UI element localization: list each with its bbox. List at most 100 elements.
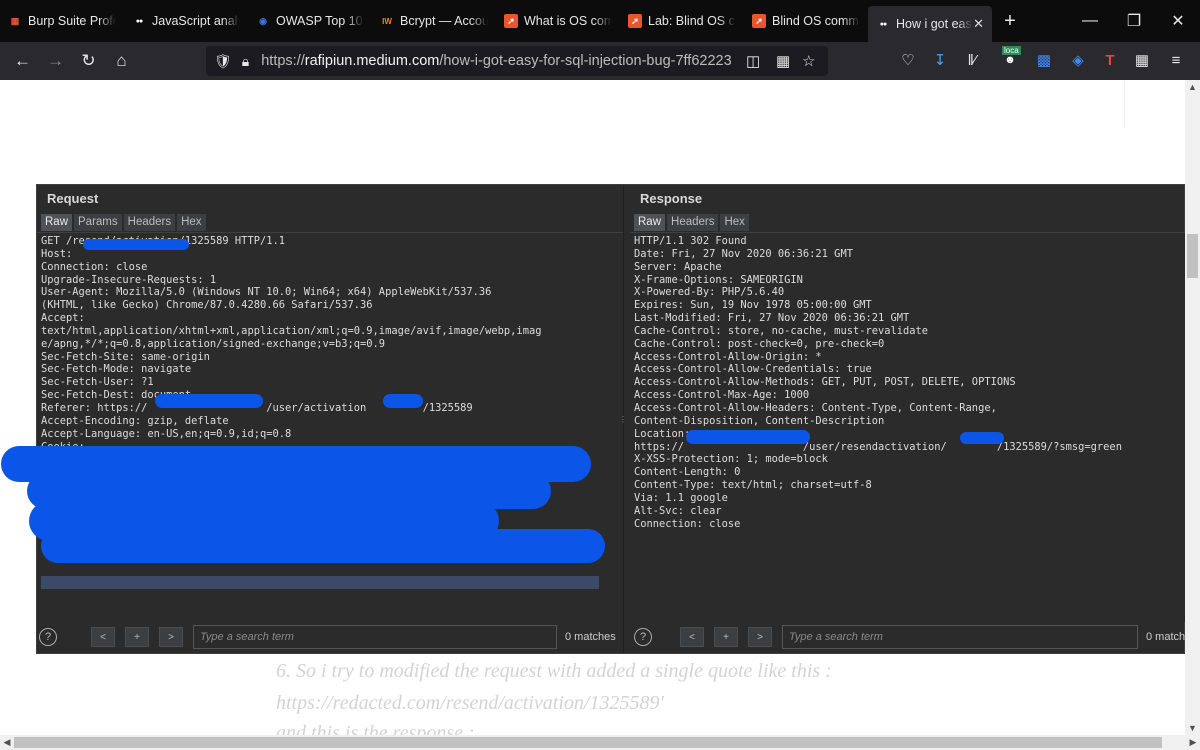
close-tab-icon[interactable]: ✕ xyxy=(973,16,984,32)
tab-headers[interactable]: Headers xyxy=(123,214,176,231)
browser-tab[interactable]: ▦ Burp Suite Profession xyxy=(0,5,124,37)
browser-tab[interactable]: IW Bcrypt — Account xyxy=(372,5,496,37)
scroll-down-icon[interactable]: ▼ xyxy=(1185,721,1200,735)
http-line: Expires: Sun, 19 Nov 1978 05:00:00 GMT xyxy=(634,299,872,312)
scroll-left-icon[interactable]: ◀ xyxy=(0,735,14,750)
portswigger-favicon-icon: ➚ xyxy=(752,14,766,28)
http-line: Last-Modified: Fri, 27 Nov 2020 06:36:21… xyxy=(634,312,910,325)
request-pane: Request RawParamsHeadersHex GET /resend/… xyxy=(1,185,623,653)
response-search-input[interactable]: Type a search term xyxy=(782,625,1138,649)
horizontal-scrollbar[interactable]: ◀ ▶ xyxy=(0,735,1200,750)
http-line: Referer: https:// /user/activation /1325… xyxy=(41,401,473,414)
tab-title: Lab: Blind OS co xyxy=(648,14,736,28)
next-match-button[interactable]: > xyxy=(159,627,183,647)
browser-tab[interactable]: ➚ Blind OS comma xyxy=(744,5,868,37)
redaction xyxy=(686,430,810,444)
browser-tab[interactable]: ➚ What is OS comm xyxy=(496,5,620,37)
close-window-icon[interactable]: ✕ xyxy=(1156,0,1200,42)
pocket-icon[interactable]: ♡ xyxy=(894,46,922,74)
t-extension-icon[interactable]: T xyxy=(1096,46,1124,74)
medium-favicon-icon: ●● xyxy=(879,20,887,28)
tab-bar: ▦ Burp Suite Profession ●● JavaScript analy… xyxy=(0,0,1200,42)
http-line: Via: 1.1 google xyxy=(634,491,728,504)
medium-favicon-icon: ●● xyxy=(135,17,143,25)
extensions-icon[interactable]: ▦ xyxy=(1128,46,1156,74)
http-line: User-Agent: Mozilla/5.0 (Windows NT 10.0… xyxy=(41,286,492,299)
http-line: Cache-Control: post-check=0, pre-check=0 xyxy=(634,337,885,350)
bookmark-star-icon[interactable]: ☆ xyxy=(802,46,815,76)
request-text: GET /resend/activation/1325589 HTTP/1.1H… xyxy=(41,235,541,453)
tab-title: OWASP Top 10 fo xyxy=(276,14,364,28)
home-icon[interactable]: ⌂ xyxy=(105,46,138,76)
tab-title: Bcrypt — Account xyxy=(400,14,488,28)
browser-tab[interactable]: ●● JavaScript analysis xyxy=(124,5,248,37)
response-editor[interactable]: HTTP/1.1 302 Found Date: Fri, 27 Nov 2020… xyxy=(630,232,1186,622)
browser-tab[interactable]: ●● How i got easy ✕ xyxy=(868,6,992,42)
response-pane: Response Raw Headers Hex HTTP/1.1 302 Foun… xyxy=(630,185,1191,653)
shield-icon[interactable]: 🛡︎ xyxy=(214,53,232,70)
next-match-button[interactable]: > xyxy=(748,627,772,647)
article-text: https://redacted.com/resend/activation/1… xyxy=(276,692,664,714)
redaction xyxy=(960,432,1004,444)
url-text[interactable]: https://rafipiun.medium.com/how-i-got-ea… xyxy=(261,53,731,69)
tab-hex[interactable]: Hex xyxy=(720,214,749,231)
http-line: Cache-Control: store, no-cache, must-rev… xyxy=(634,324,929,337)
http-line: Sec-Fetch-Site: same-origin xyxy=(41,350,210,363)
http-line: Sec-Fetch-User: ?1 xyxy=(41,376,154,389)
minimize-icon[interactable]: — xyxy=(1068,0,1112,42)
tab-hex[interactable]: Hex xyxy=(177,214,206,231)
language-extension-icon[interactable]: ◈ xyxy=(1064,46,1092,74)
divider xyxy=(1124,80,1125,128)
scroll-up-icon[interactable]: ▲ xyxy=(1185,80,1200,94)
tab-headers[interactable]: Headers xyxy=(667,214,719,231)
tab-raw[interactable]: Raw xyxy=(41,214,73,231)
translate-icon[interactable]: ◫ xyxy=(746,46,760,76)
scroll-thumb[interactable] xyxy=(1187,234,1198,278)
tab-raw[interactable]: Raw xyxy=(634,214,666,231)
request-search-input[interactable]: Type a search term xyxy=(193,625,557,649)
help-icon[interactable]: ? xyxy=(39,628,57,646)
reload-icon[interactable]: ↻ xyxy=(72,46,105,76)
tab-title: What is OS comm xyxy=(524,14,612,28)
http-line: X-XSS-Protection: 1; mode=block xyxy=(634,453,828,466)
new-tab-button[interactable]: + xyxy=(992,10,1028,33)
forward-arrow-icon[interactable]: → xyxy=(39,46,72,76)
prev-match-button[interactable]: < xyxy=(91,627,115,647)
http-line: Connection: close xyxy=(634,517,741,530)
splitter-grip-icon[interactable]: ⋮ xyxy=(619,415,627,424)
browser-tab[interactable]: ◉ OWASP Top 10 fo xyxy=(248,5,372,37)
request-title: Request xyxy=(47,191,99,206)
qr-code-icon[interactable]: ▦ xyxy=(776,46,790,76)
http-line: X-Frame-Options: SAMEORIGIN xyxy=(634,273,803,286)
redaction xyxy=(41,529,605,563)
maximize-icon[interactable]: ❐ xyxy=(1112,0,1156,42)
lock-icon[interactable]: 🔒︎ xyxy=(242,53,249,70)
add-button[interactable]: + xyxy=(714,627,738,647)
redaction xyxy=(83,239,189,250)
prev-match-button[interactable]: < xyxy=(680,627,704,647)
http-line: Access-Control-Allow-Origin: * xyxy=(634,350,822,363)
download-icon[interactable]: ↧ xyxy=(926,46,954,74)
scroll-thumb[interactable] xyxy=(14,737,1162,748)
tab-params[interactable]: Params xyxy=(74,214,122,231)
menu-icon[interactable]: ≡ xyxy=(1162,46,1190,74)
localhost-extension-icon[interactable]: loca ☻ xyxy=(996,46,1024,74)
burp-screenshot: Request RawParamsHeadersHex GET /resend/… xyxy=(1,184,1191,654)
http-line: Access-Control-Allow-Credentials: true xyxy=(634,363,872,376)
vertical-scrollbar[interactable]: ▲ ▼ xyxy=(1185,80,1200,735)
browser-tab[interactable]: ➚ Lab: Blind OS co xyxy=(620,5,744,37)
translate-extension-icon[interactable]: ▩ xyxy=(1030,46,1058,74)
address-bar[interactable]: 🛡︎ 🔒︎ https://rafipiun.medium.com/how-i-… xyxy=(206,46,828,76)
request-editor[interactable]: GET /resend/activation/1325589 HTTP/1.1H… xyxy=(1,232,623,622)
response-search-bar: ? < + > Type a search term 0 matche xyxy=(634,625,1191,649)
help-icon[interactable]: ? xyxy=(634,628,652,646)
redaction xyxy=(47,547,127,559)
http-line: e/apng,*/*;q=0.8,application/signed-exch… xyxy=(41,337,386,350)
add-button[interactable]: + xyxy=(125,627,149,647)
tab-title: How i got easy xyxy=(896,17,974,31)
portswigger-favicon-icon: ➚ xyxy=(504,14,518,28)
library-icon[interactable]: ‖⁄ xyxy=(958,46,986,74)
scroll-right-icon[interactable]: ▶ xyxy=(1186,735,1200,750)
response-text: HTTP/1.1 302 Found Date: Fri, 27 Nov 2020… xyxy=(634,235,1122,530)
back-arrow-icon[interactable]: ← xyxy=(6,46,39,76)
